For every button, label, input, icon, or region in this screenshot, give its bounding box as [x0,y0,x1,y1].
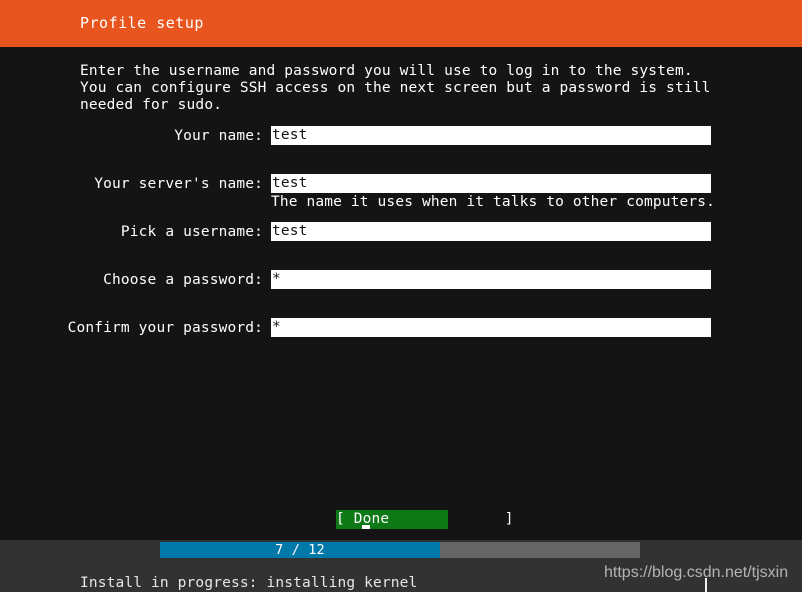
progress-bar-fill: 7 / 12 [160,542,440,558]
text-cursor [362,525,370,529]
watermark-text: https://blog.csdn.net/tjsxin [604,564,789,581]
hint-server-name: The name it uses when it talks to other … [271,194,715,210]
install-status-text: Install in progress: installing kernel [80,575,418,591]
input-your-name[interactable]: test [271,126,711,145]
input-password[interactable]: * [271,270,711,289]
input-username[interactable]: test [271,222,711,241]
header-bar: Profile setup [0,0,802,47]
form-row-password: Choose a password: * [0,270,802,318]
progress-bar-label: 7 / 12 [275,542,325,558]
progress-bar-track: 7 / 12 [160,542,640,558]
profile-form: Your name: test Your server's name: test… [0,126,802,366]
label-confirm-password: Confirm your password: [67,320,263,336]
intro-paragraph: Enter the username and password you will… [80,63,720,113]
form-row-username: Pick a username: test [0,222,802,270]
label-your-name: Your name: [174,128,263,144]
installer-screen: Profile setup Enter the username and pas… [0,0,802,592]
input-confirm-password[interactable]: * [271,318,711,337]
label-username: Pick a username: [120,224,263,240]
form-row-server-name: Your server's name: test The name it use… [0,174,802,222]
page-title: Profile setup [80,14,204,32]
input-server-name[interactable]: test [271,174,711,193]
label-password: Choose a password: [103,272,263,288]
watermark-caret [705,578,707,592]
form-row-your-name: Your name: test [0,126,802,174]
form-row-confirm-password: Confirm your password: * [0,318,802,366]
done-button-label: [ Done ] [336,511,514,527]
done-button[interactable]: [ Done ] [336,510,514,529]
label-server-name: Your server's name: [94,176,263,192]
